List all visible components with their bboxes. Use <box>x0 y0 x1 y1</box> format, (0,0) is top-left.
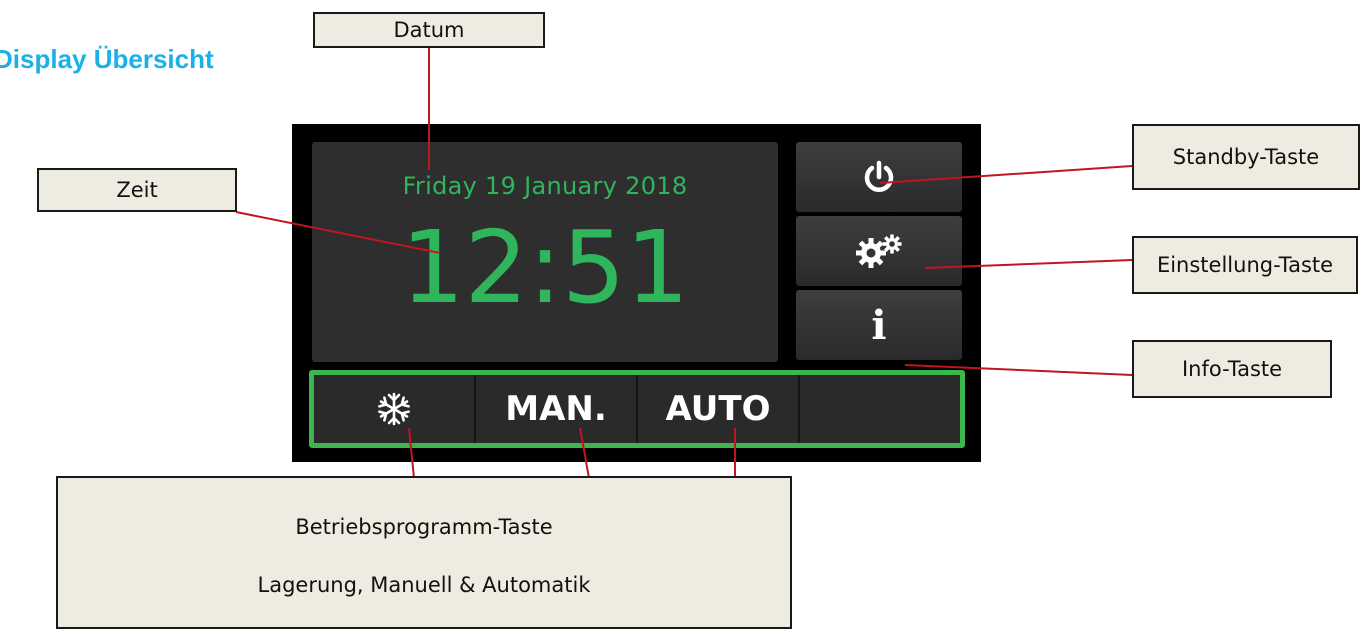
leader-line-manual <box>579 427 590 479</box>
leader-line-standby <box>879 165 1133 184</box>
callout-standby: Standby-Taste <box>1132 124 1360 190</box>
callout-program-title: Betriebsprogramm-Taste <box>295 514 553 539</box>
callout-einstellung: Einstellung-Taste <box>1132 236 1358 294</box>
callout-zeit: Zeit <box>37 168 237 212</box>
callout-datum: Datum <box>313 12 545 48</box>
leader-line-storage <box>408 427 415 479</box>
leader-line-info <box>904 364 1133 376</box>
leader-line-einstellung <box>924 259 1133 269</box>
callout-info: Info-Taste <box>1132 340 1332 398</box>
leader-line-zeit <box>235 211 441 254</box>
callout-program-subtitle: Lagerung, Manuell & Automatik <box>257 572 591 597</box>
callout-program: Betriebsprogramm-Taste Lagerung, Manuell… <box>56 476 792 629</box>
